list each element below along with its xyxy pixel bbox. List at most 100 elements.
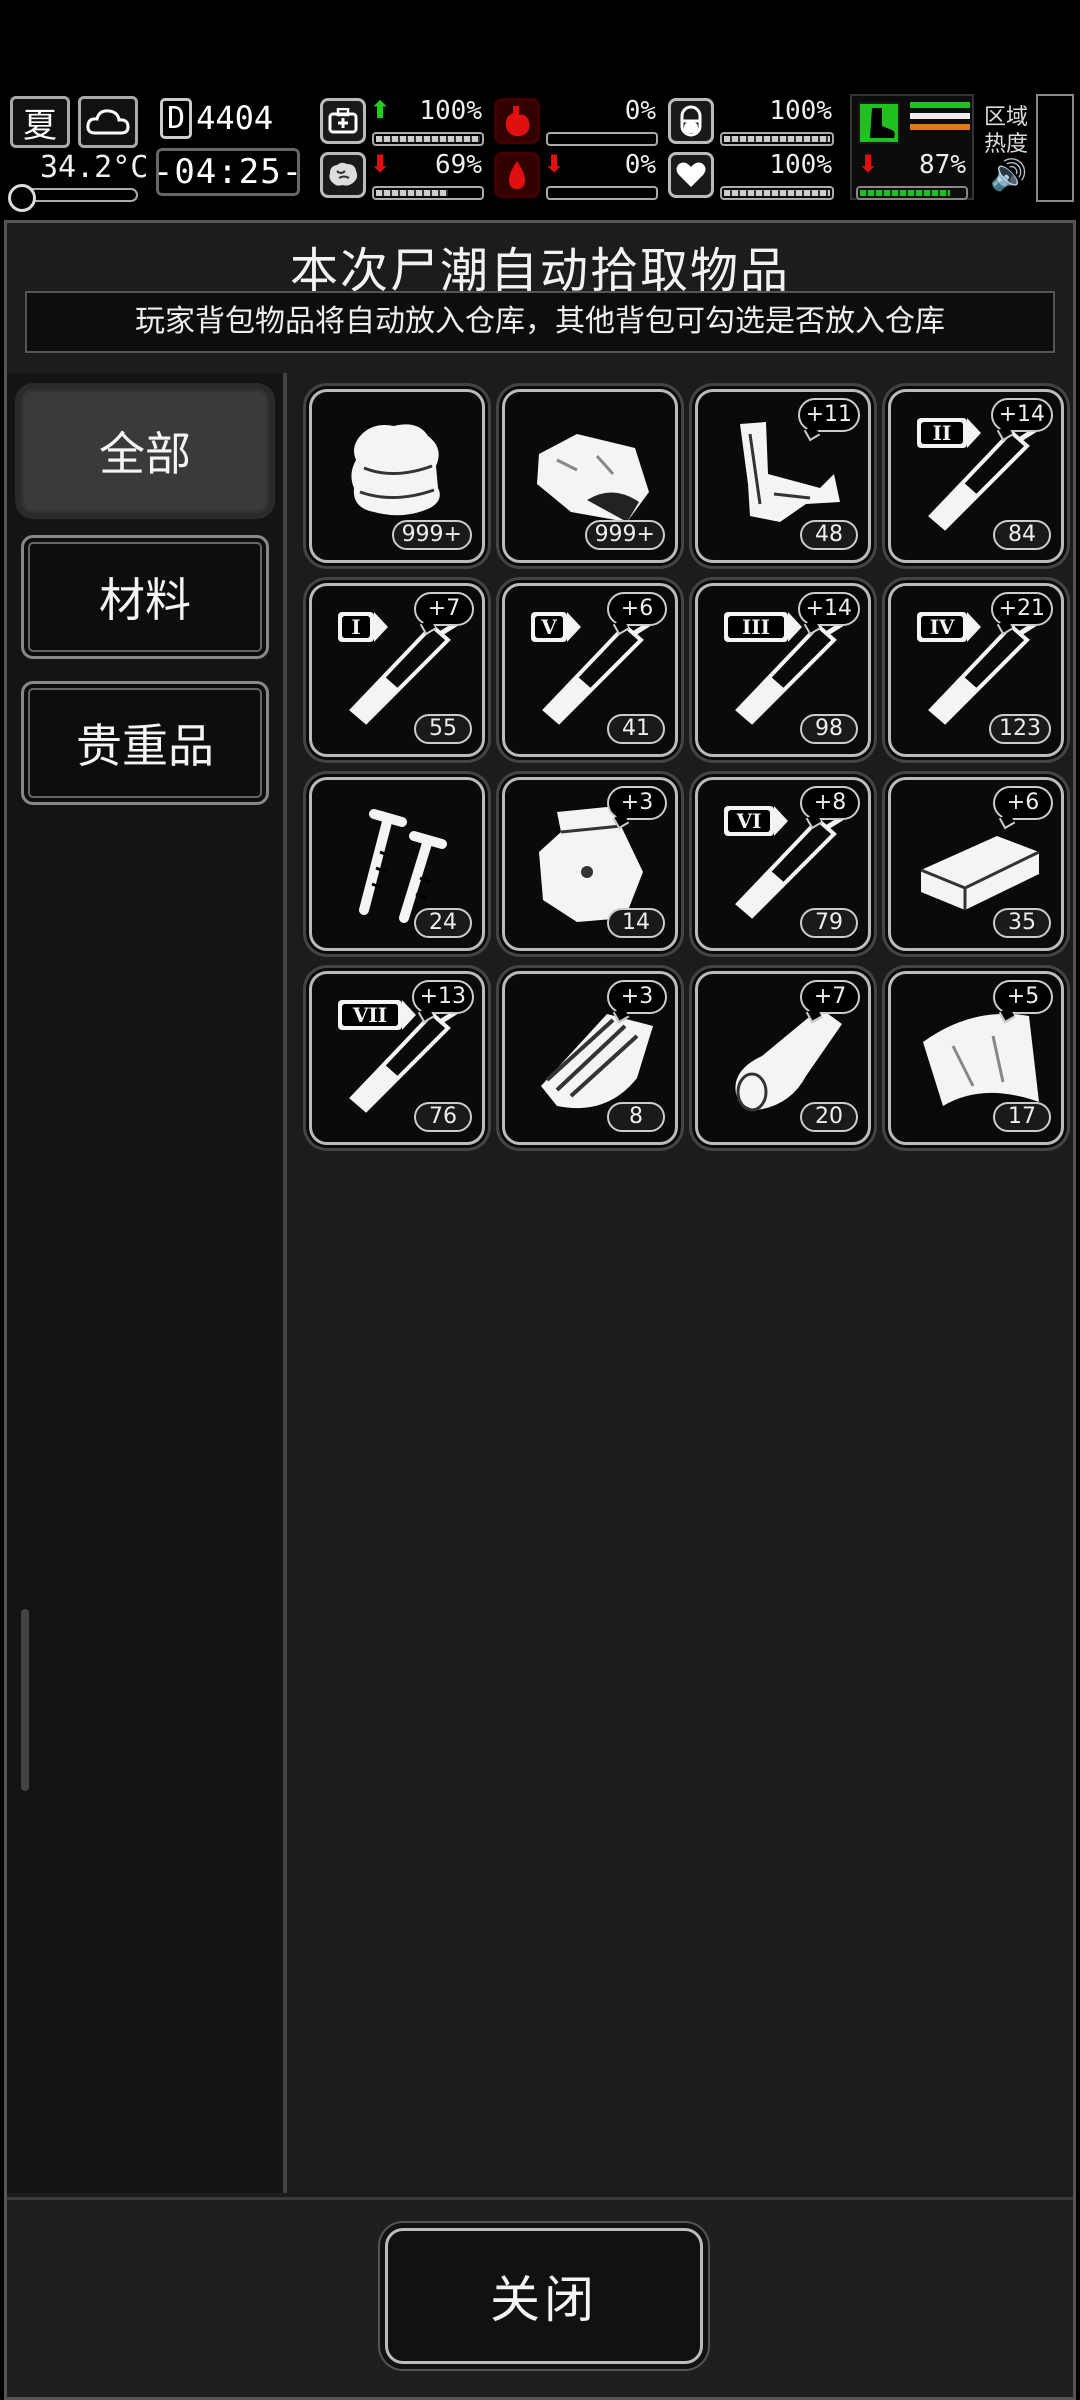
item-count: 41 xyxy=(607,714,665,744)
item-gain-badge: +13 xyxy=(411,980,474,1014)
tab-valuables-label: 贵重品 xyxy=(76,719,214,773)
trend-down-icon: ⬇ xyxy=(544,150,565,178)
item-gain-badge: +14 xyxy=(990,398,1053,432)
speaker-icon[interactable]: 🔊 xyxy=(990,158,1027,193)
svg-text:III: III xyxy=(742,615,770,639)
item-gain-badge: +3 xyxy=(607,980,667,1014)
blood-value: 0% xyxy=(624,150,656,180)
stamina-stat: ⬇ 87% xyxy=(852,150,972,202)
item-count: 999+ xyxy=(584,520,665,550)
item-count: 84 xyxy=(993,520,1051,550)
sanity-value: 69% xyxy=(435,150,482,180)
trend-up-icon: ⬆ xyxy=(370,96,391,124)
temperature-bar xyxy=(8,184,138,212)
item-gain-badge: +6 xyxy=(993,786,1053,820)
item-slot[interactable]: I +7 55 xyxy=(309,583,485,757)
item-count: 999+ xyxy=(391,520,472,550)
stomach-icon xyxy=(494,98,540,144)
item-slot[interactable]: IV +21 123 xyxy=(888,583,1064,757)
day-prefix: D xyxy=(160,97,193,139)
item-gain-badge: +11 xyxy=(797,398,860,432)
area-heat-label: 区域 热度 xyxy=(984,104,1028,158)
category-sidebar: 全部 材料 贵重品 xyxy=(7,373,287,2193)
item-slot[interactable]: 999+ xyxy=(309,389,485,563)
item-count: 35 xyxy=(993,908,1051,938)
area-label-2: 热度 xyxy=(984,132,1029,157)
item-gain-badge: +8 xyxy=(800,786,860,820)
stamina-stripes xyxy=(910,102,970,142)
panel-subtitle: 玩家背包物品将自动放入仓库，其他背包可勾选是否放入仓库 xyxy=(25,291,1055,353)
item-gain-badge: +5 xyxy=(993,980,1053,1014)
sidebar-scrollbar[interactable] xyxy=(21,1609,29,1791)
item-slot[interactable]: 24 xyxy=(309,777,485,951)
item-count: 14 xyxy=(607,908,665,938)
clock-display: -04:25- xyxy=(152,148,304,196)
pill-value: 100% xyxy=(769,96,832,126)
tab-all-label: 全部 xyxy=(99,427,191,481)
item-count: 48 xyxy=(800,520,858,550)
close-button[interactable]: 关闭 xyxy=(385,2228,703,2364)
heart-value: 100% xyxy=(769,150,832,180)
svg-text:VII: VII xyxy=(352,1003,387,1027)
item-slot[interactable]: +5 17 xyxy=(888,971,1064,1145)
day-counter: D 4404 xyxy=(160,96,284,140)
health-stat: ⬆ 100% xyxy=(320,96,488,148)
item-slot[interactable]: II +14 84 xyxy=(888,389,1064,563)
item-slot[interactable]: VII +13 76 xyxy=(309,971,485,1145)
hunger-value: 0% xyxy=(624,96,656,126)
item-count: 8 xyxy=(607,1102,665,1132)
sanity-stat: ⬇ 69% xyxy=(320,150,488,202)
hunger-stat: 0% xyxy=(494,96,662,148)
trend-down-icon: ⬇ xyxy=(370,150,391,178)
blood-stat: ⬇ 0% xyxy=(494,150,662,202)
stamina-panel: ⬇ 87% xyxy=(850,94,974,200)
item-slot[interactable]: V +6 41 xyxy=(502,583,678,757)
item-gain-badge: +21 xyxy=(990,592,1053,626)
blood-drop-icon xyxy=(494,152,540,198)
item-slot[interactable]: +3 14 xyxy=(502,777,678,951)
svg-text:V: V xyxy=(540,615,557,639)
clock-time: -04:25- xyxy=(152,152,304,192)
boot-icon xyxy=(858,102,900,144)
item-slot[interactable]: +11 48 xyxy=(695,389,871,563)
item-slot[interactable]: +3 8 xyxy=(502,971,678,1145)
brain-icon xyxy=(320,152,366,198)
item-gain-badge: +14 xyxy=(797,592,860,626)
temperature-readout: 34.2°C xyxy=(40,150,149,185)
trend-down-icon: ⬇ xyxy=(858,150,879,178)
item-count: 98 xyxy=(800,714,858,744)
item-count: 123 xyxy=(989,714,1051,744)
item-gain-badge: +3 xyxy=(607,786,667,820)
area-label-1: 区域 xyxy=(984,105,1029,130)
item-slot[interactable]: III +14 98 xyxy=(695,583,871,757)
item-slot[interactable]: +6 35 xyxy=(888,777,1064,951)
svg-text:I: I xyxy=(351,615,360,639)
item-count: 20 xyxy=(800,1102,858,1132)
svg-text:IV: IV xyxy=(930,615,955,639)
item-slot[interactable]: +7 20 xyxy=(695,971,871,1145)
item-count: 24 xyxy=(414,908,472,938)
day-number: 4404 xyxy=(196,99,274,137)
stamina-value: 87% xyxy=(919,150,966,180)
health-value: 100% xyxy=(419,96,482,126)
heart-icon xyxy=(668,152,714,198)
item-slot[interactable]: 999+ xyxy=(502,389,678,563)
tab-materials-label: 材料 xyxy=(99,573,191,627)
tab-materials[interactable]: 材料 xyxy=(21,535,269,659)
close-button-label: 关闭 xyxy=(490,2271,598,2329)
item-gain-badge: +7 xyxy=(800,980,860,1014)
item-gain-badge: +7 xyxy=(414,592,474,626)
svg-text:II: II xyxy=(933,421,952,445)
tab-all[interactable]: 全部 xyxy=(21,389,269,513)
tab-valuables[interactable]: 贵重品 xyxy=(21,681,269,805)
svg-text:VI: VI xyxy=(736,809,762,833)
area-heat-meter xyxy=(1036,94,1074,202)
item-gain-badge: +6 xyxy=(607,592,667,626)
season-indicator: 夏 xyxy=(10,96,70,148)
status-hud: 夏 34.2°C D 4404 -04:25- ⬆ 100% 0% 100% ⬇… xyxy=(0,88,1080,212)
item-slot[interactable]: VI +8 79 xyxy=(695,777,871,951)
heart-stat: 100% xyxy=(668,150,838,202)
medkit-icon xyxy=(320,98,366,144)
pill-stat: 100% xyxy=(668,96,838,148)
item-count: 55 xyxy=(414,714,472,744)
